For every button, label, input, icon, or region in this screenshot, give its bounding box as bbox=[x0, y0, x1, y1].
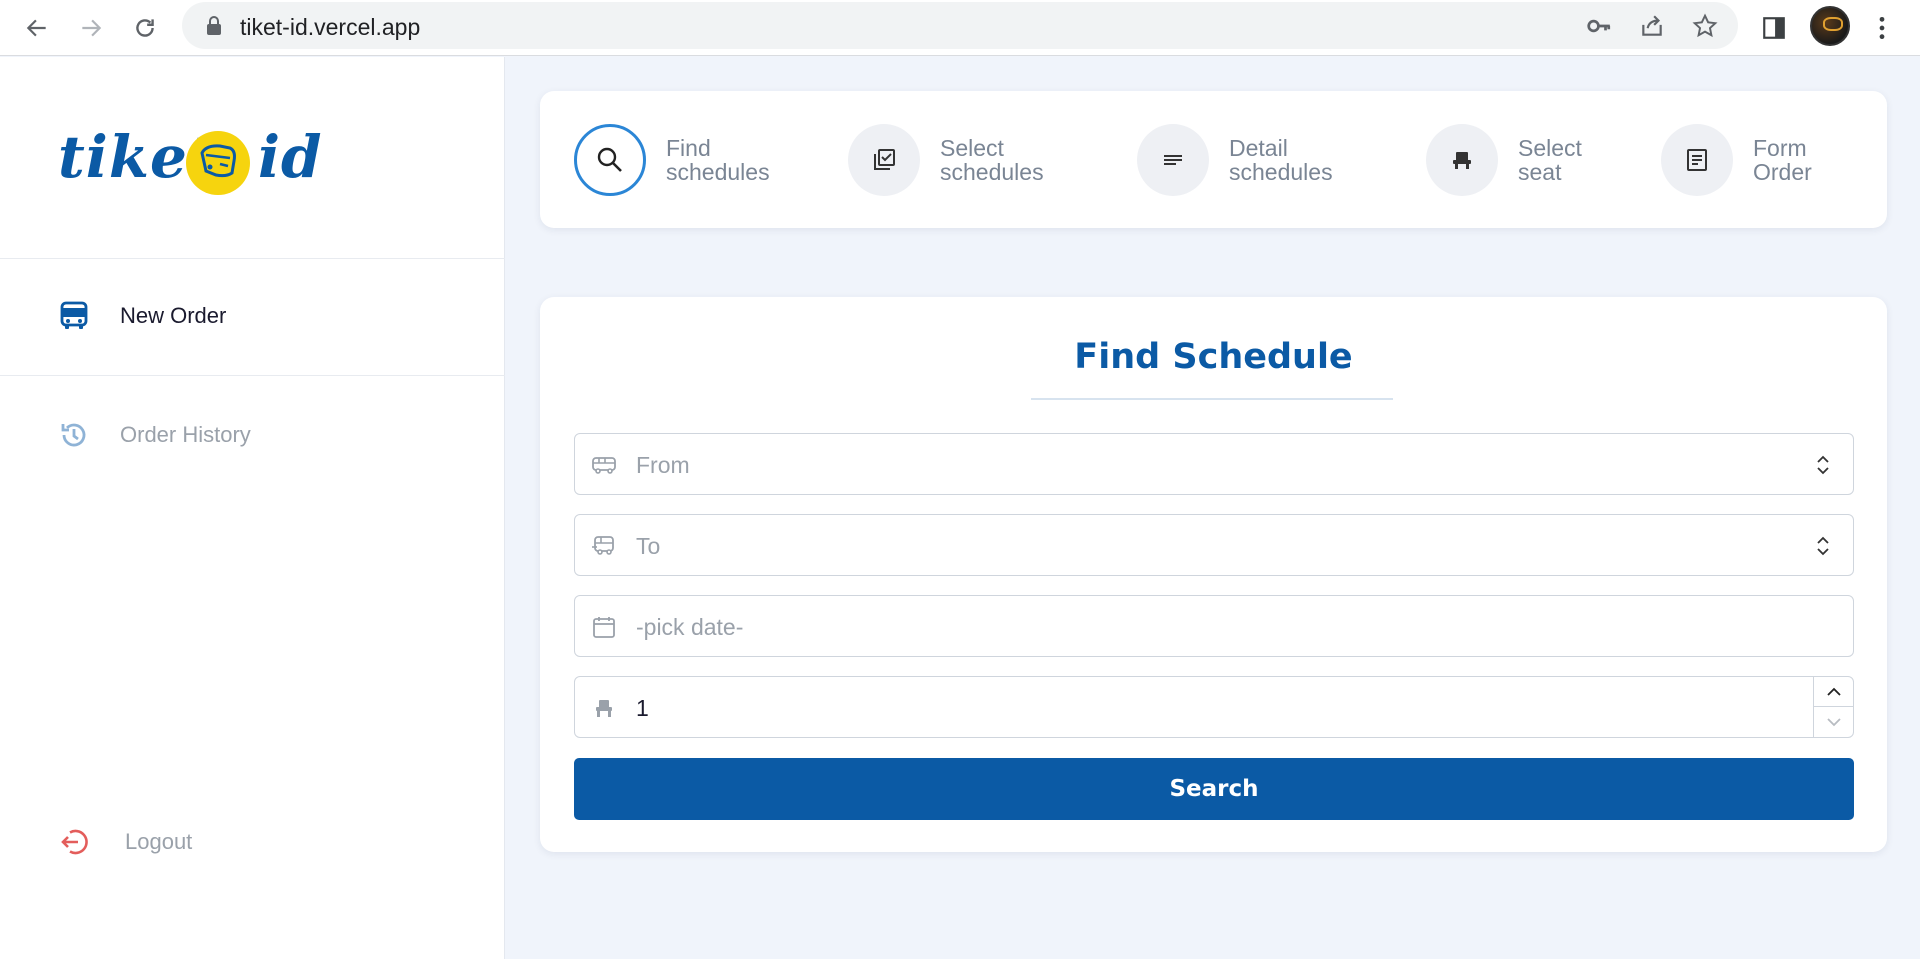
find-schedule-form: Find Schedule From To -pick date- 1 Sear… bbox=[540, 297, 1887, 852]
sidebar-item-label: Order History bbox=[120, 422, 251, 447]
seat-icon bbox=[596, 700, 612, 717]
logout-icon bbox=[61, 829, 88, 855]
sidebar: tiket id New Order Order History Logout bbox=[0, 57, 505, 959]
menu-button[interactable] bbox=[1862, 8, 1902, 48]
search-button[interactable]: Search bbox=[574, 758, 1854, 820]
date-picker[interactable]: -pick date- bbox=[574, 595, 1854, 657]
step-select-schedules[interactable]: Select schedules bbox=[848, 124, 1080, 196]
arrow-left-icon bbox=[26, 19, 46, 37]
to-placeholder: To bbox=[636, 533, 661, 559]
step-label: Find schedules bbox=[666, 135, 770, 185]
step-form-order[interactable]: Form Order bbox=[1661, 124, 1893, 196]
step-select-seat[interactable]: Select seat bbox=[1426, 124, 1658, 196]
lines-icon bbox=[1164, 155, 1182, 165]
search-icon bbox=[597, 147, 622, 172]
reload-icon bbox=[136, 19, 154, 37]
logo[interactable]: tiket id bbox=[58, 123, 322, 203]
step-label: Form Order bbox=[1753, 135, 1812, 185]
arrow-right-icon bbox=[82, 19, 102, 37]
logo-text-right: id bbox=[258, 123, 323, 191]
select-chevrons-icon bbox=[1817, 536, 1829, 556]
step-find-schedules[interactable]: Find schedules bbox=[574, 124, 806, 196]
side-panel-button[interactable] bbox=[1754, 8, 1794, 48]
chevron-up-icon bbox=[1827, 687, 1841, 696]
side-panel-icon bbox=[1763, 17, 1785, 39]
star-icon[interactable] bbox=[1692, 13, 1718, 39]
step-label: Select schedules bbox=[940, 135, 1044, 185]
back-button[interactable] bbox=[17, 8, 57, 48]
checkbox-icon bbox=[874, 149, 895, 170]
chevron-down-icon bbox=[1827, 718, 1841, 727]
select-chevrons-icon bbox=[1817, 455, 1829, 475]
from-select[interactable]: From bbox=[574, 433, 1854, 495]
sidebar-item-new-order[interactable]: New Order bbox=[0, 286, 505, 346]
to-select[interactable]: To bbox=[574, 514, 1854, 576]
number-stepper bbox=[1813, 677, 1854, 737]
step-detail-schedules[interactable]: Detail schedules bbox=[1137, 124, 1369, 196]
history-icon bbox=[61, 423, 86, 447]
step-circle bbox=[1137, 124, 1209, 196]
sidebar-item-label: New Order bbox=[120, 303, 227, 328]
date-placeholder: -pick date- bbox=[636, 614, 744, 640]
sidebar-divider bbox=[0, 258, 505, 259]
decrement-button[interactable] bbox=[1814, 707, 1854, 737]
sidebar-divider bbox=[0, 375, 505, 376]
calendar-icon bbox=[593, 617, 615, 638]
address-bar[interactable]: tiket-id.vercel.app bbox=[182, 2, 1738, 49]
increment-button[interactable] bbox=[1814, 677, 1854, 707]
sidebar-item-order-history[interactable]: Order History bbox=[0, 405, 505, 465]
browser-toolbar: tiket-id.vercel.app bbox=[0, 0, 1920, 56]
logout-label: Logout bbox=[125, 829, 193, 854]
form-title: Find Schedule bbox=[1074, 337, 1353, 377]
logout-button[interactable]: Logout bbox=[0, 812, 505, 872]
reload-button[interactable] bbox=[125, 8, 165, 48]
step-label: Detail schedules bbox=[1229, 135, 1333, 185]
step-circle bbox=[1426, 124, 1498, 196]
form-icon bbox=[1687, 149, 1707, 171]
step-circle bbox=[1661, 124, 1733, 196]
profile-avatar[interactable] bbox=[1810, 6, 1850, 46]
url-text: tiket-id.vercel.app bbox=[240, 14, 421, 40]
bus-side-icon bbox=[592, 457, 616, 474]
from-placeholder: From bbox=[636, 452, 690, 478]
forward-button[interactable] bbox=[71, 8, 111, 48]
key-icon[interactable] bbox=[1586, 13, 1612, 39]
title-underline bbox=[1031, 398, 1393, 400]
seat-icon bbox=[1453, 152, 1471, 169]
lock-icon bbox=[207, 16, 221, 35]
share-icon[interactable] bbox=[1639, 13, 1665, 39]
seat-count-value: 1 bbox=[636, 695, 649, 721]
step-circle-active bbox=[574, 124, 646, 196]
bus-icon bbox=[60, 301, 88, 329]
logo-bus-icon bbox=[186, 131, 250, 195]
step-circle bbox=[848, 124, 920, 196]
progress-stepper: Find schedules Select schedules Detail s… bbox=[540, 91, 1887, 228]
bus-arrival-icon bbox=[592, 536, 614, 555]
seat-count-input[interactable]: 1 bbox=[574, 676, 1854, 738]
step-label: Select seat bbox=[1518, 135, 1582, 185]
kebab-menu-icon bbox=[1879, 16, 1885, 40]
